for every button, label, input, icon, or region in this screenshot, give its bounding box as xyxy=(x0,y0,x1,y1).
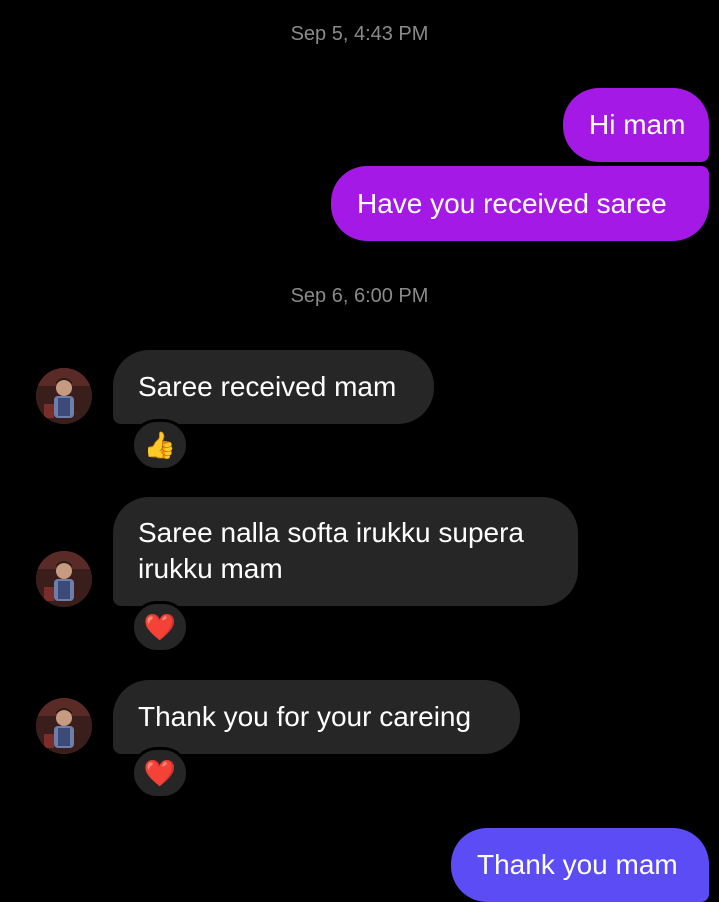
message-line: irukku mam xyxy=(138,553,283,584)
outgoing-message-thank-you-mam[interactable]: Thank you mam xyxy=(451,828,709,902)
outgoing-message-received-saree[interactable]: Have you received saree xyxy=(331,166,709,241)
outgoing-message-hi-mam[interactable]: Hi mam xyxy=(563,88,709,162)
incoming-message-saree-received[interactable]: Saree received mam xyxy=(113,350,434,424)
reaction-badge-thumbs-up[interactable]: 👍 xyxy=(131,419,189,471)
message-line: Saree nalla softa irukku supera xyxy=(138,517,524,548)
contact-avatar-photo xyxy=(36,698,92,754)
timestamp-sep-5: Sep 5, 4:43 PM xyxy=(290,23,429,45)
heart-icon: ❤️ xyxy=(143,758,177,788)
thumbs-up-icon: 👍 xyxy=(143,430,177,460)
reaction-badge-heart[interactable]: ❤️ xyxy=(131,747,189,799)
contact-avatar[interactable] xyxy=(36,368,92,424)
incoming-message-saree-softa[interactable]: Saree nalla softa irukku supera irukku m… xyxy=(113,497,578,606)
contact-avatar-photo xyxy=(36,368,92,424)
incoming-message-thank-you-careing[interactable]: Thank you for your careing xyxy=(113,680,520,754)
contact-avatar[interactable] xyxy=(36,698,92,754)
reaction-badge-heart[interactable]: ❤️ xyxy=(131,601,189,653)
contact-avatar[interactable] xyxy=(36,551,92,607)
timestamp-sep-6: Sep 6, 6:00 PM xyxy=(290,285,429,307)
heart-icon: ❤️ xyxy=(143,612,177,642)
contact-avatar-photo xyxy=(36,551,92,607)
